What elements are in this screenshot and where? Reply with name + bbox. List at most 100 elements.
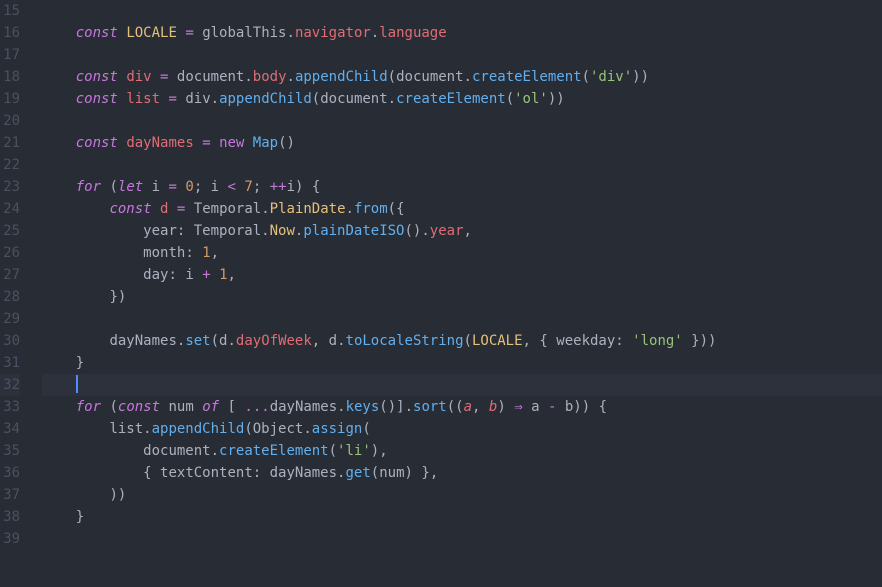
code-line[interactable]: day: i + 1, bbox=[42, 264, 882, 286]
token: const bbox=[76, 91, 118, 107]
token: 'ol' bbox=[514, 91, 548, 107]
token bbox=[506, 399, 514, 415]
token bbox=[556, 399, 564, 415]
token: Temporal bbox=[194, 223, 261, 239]
code-line[interactable]: const LOCALE = globalThis.navigator.lang… bbox=[42, 22, 882, 44]
token: + bbox=[202, 267, 210, 283]
token bbox=[194, 25, 202, 41]
code-line[interactable] bbox=[42, 308, 882, 330]
line-number: 38 bbox=[0, 506, 20, 528]
code-line[interactable]: }) bbox=[42, 286, 882, 308]
token: } bbox=[76, 509, 84, 525]
code-line[interactable] bbox=[42, 44, 882, 66]
token: globalThis bbox=[202, 25, 286, 41]
token: ; bbox=[253, 179, 270, 195]
code-line[interactable]: } bbox=[42, 506, 882, 528]
token bbox=[211, 135, 219, 151]
code-line[interactable]: document.createElement('li'), bbox=[42, 440, 882, 462]
token bbox=[590, 399, 598, 415]
code-line[interactable] bbox=[42, 374, 882, 396]
token: . bbox=[287, 25, 295, 41]
code-line[interactable]: for (const num of [ ...dayNames.keys()].… bbox=[42, 396, 882, 418]
token: createElement bbox=[472, 69, 582, 85]
line-number: 37 bbox=[0, 484, 20, 506]
token: ( bbox=[211, 333, 219, 349]
token: ) bbox=[371, 443, 379, 459]
token: navigator bbox=[295, 25, 371, 41]
token bbox=[523, 399, 531, 415]
token: : bbox=[185, 245, 202, 261]
token: new bbox=[219, 135, 244, 151]
token: )) bbox=[632, 69, 649, 85]
token: ... bbox=[244, 399, 269, 415]
token: ()] bbox=[379, 399, 404, 415]
code-line[interactable]: const list = div.appendChild(document.cr… bbox=[42, 88, 882, 110]
token bbox=[168, 69, 176, 85]
token: dayNames bbox=[126, 135, 193, 151]
code-area[interactable]: const LOCALE = globalThis.navigator.lang… bbox=[34, 0, 882, 587]
token: , bbox=[472, 399, 489, 415]
code-line[interactable] bbox=[42, 154, 882, 176]
line-number: 32 bbox=[0, 374, 20, 396]
token: } bbox=[76, 355, 84, 371]
token: . bbox=[261, 223, 269, 239]
token bbox=[168, 201, 176, 217]
code-line[interactable]: month: 1, bbox=[42, 242, 882, 264]
token: } bbox=[421, 465, 429, 481]
token: , bbox=[464, 223, 472, 239]
token: from bbox=[354, 201, 388, 217]
token: ( bbox=[371, 465, 379, 481]
token: = bbox=[185, 25, 193, 41]
line-number: 35 bbox=[0, 440, 20, 462]
token: div bbox=[126, 69, 151, 85]
code-line[interactable]: { textContent: dayNames.get(num) }, bbox=[42, 462, 882, 484]
token: num bbox=[379, 465, 404, 481]
line-number: 36 bbox=[0, 462, 20, 484]
token: appendChild bbox=[152, 421, 245, 437]
line-number: 31 bbox=[0, 352, 20, 374]
code-line[interactable]: list.appendChild(Object.assign( bbox=[42, 418, 882, 440]
token: })) bbox=[691, 333, 716, 349]
code-line[interactable]: year: Temporal.Now.plainDateISO().year, bbox=[42, 220, 882, 242]
token: dayNames bbox=[270, 399, 337, 415]
token: 'li' bbox=[337, 443, 371, 459]
token: . bbox=[287, 69, 295, 85]
line-number: 34 bbox=[0, 418, 20, 440]
token: . bbox=[371, 25, 379, 41]
token: = bbox=[169, 179, 177, 195]
token: const bbox=[76, 25, 118, 41]
code-line[interactable]: const dayNames = new Map() bbox=[42, 132, 882, 154]
token: . bbox=[405, 399, 413, 415]
token: , bbox=[379, 443, 387, 459]
code-line[interactable]: for (let i = 0; i < 7; ++i) { bbox=[42, 176, 882, 198]
token: i bbox=[287, 179, 295, 195]
code-line[interactable]: const div = document.body.appendChild(do… bbox=[42, 66, 882, 88]
token: plainDateISO bbox=[303, 223, 404, 239]
token: Temporal bbox=[194, 201, 261, 217]
code-line[interactable]: } bbox=[42, 352, 882, 374]
code-line[interactable] bbox=[42, 528, 882, 550]
token: }) bbox=[109, 289, 126, 305]
token: 'div' bbox=[590, 69, 632, 85]
token: ( bbox=[109, 179, 117, 195]
line-number: 29 bbox=[0, 308, 20, 330]
token: let bbox=[118, 179, 143, 195]
line-number: 22 bbox=[0, 154, 20, 176]
code-line[interactable]: )) bbox=[42, 484, 882, 506]
token: const bbox=[76, 69, 118, 85]
code-editor[interactable]: 1516171819202122232425262728293031323334… bbox=[0, 0, 882, 587]
token: () bbox=[405, 223, 422, 239]
code-line[interactable] bbox=[42, 110, 882, 132]
code-line[interactable]: dayNames.set(d.dayOfWeek, d.toLocaleStri… bbox=[42, 330, 882, 352]
token: document bbox=[396, 69, 463, 85]
token bbox=[219, 399, 227, 415]
token: const bbox=[109, 201, 151, 217]
token: ( bbox=[388, 69, 396, 85]
code-line[interactable] bbox=[42, 0, 882, 22]
token: appendChild bbox=[219, 91, 312, 107]
code-line[interactable]: const d = Temporal.PlainDate.from({ bbox=[42, 198, 882, 220]
token: const bbox=[76, 135, 118, 151]
gutter: 1516171819202122232425262728293031323334… bbox=[0, 0, 34, 587]
token: list bbox=[109, 421, 143, 437]
token: Now bbox=[270, 223, 295, 239]
